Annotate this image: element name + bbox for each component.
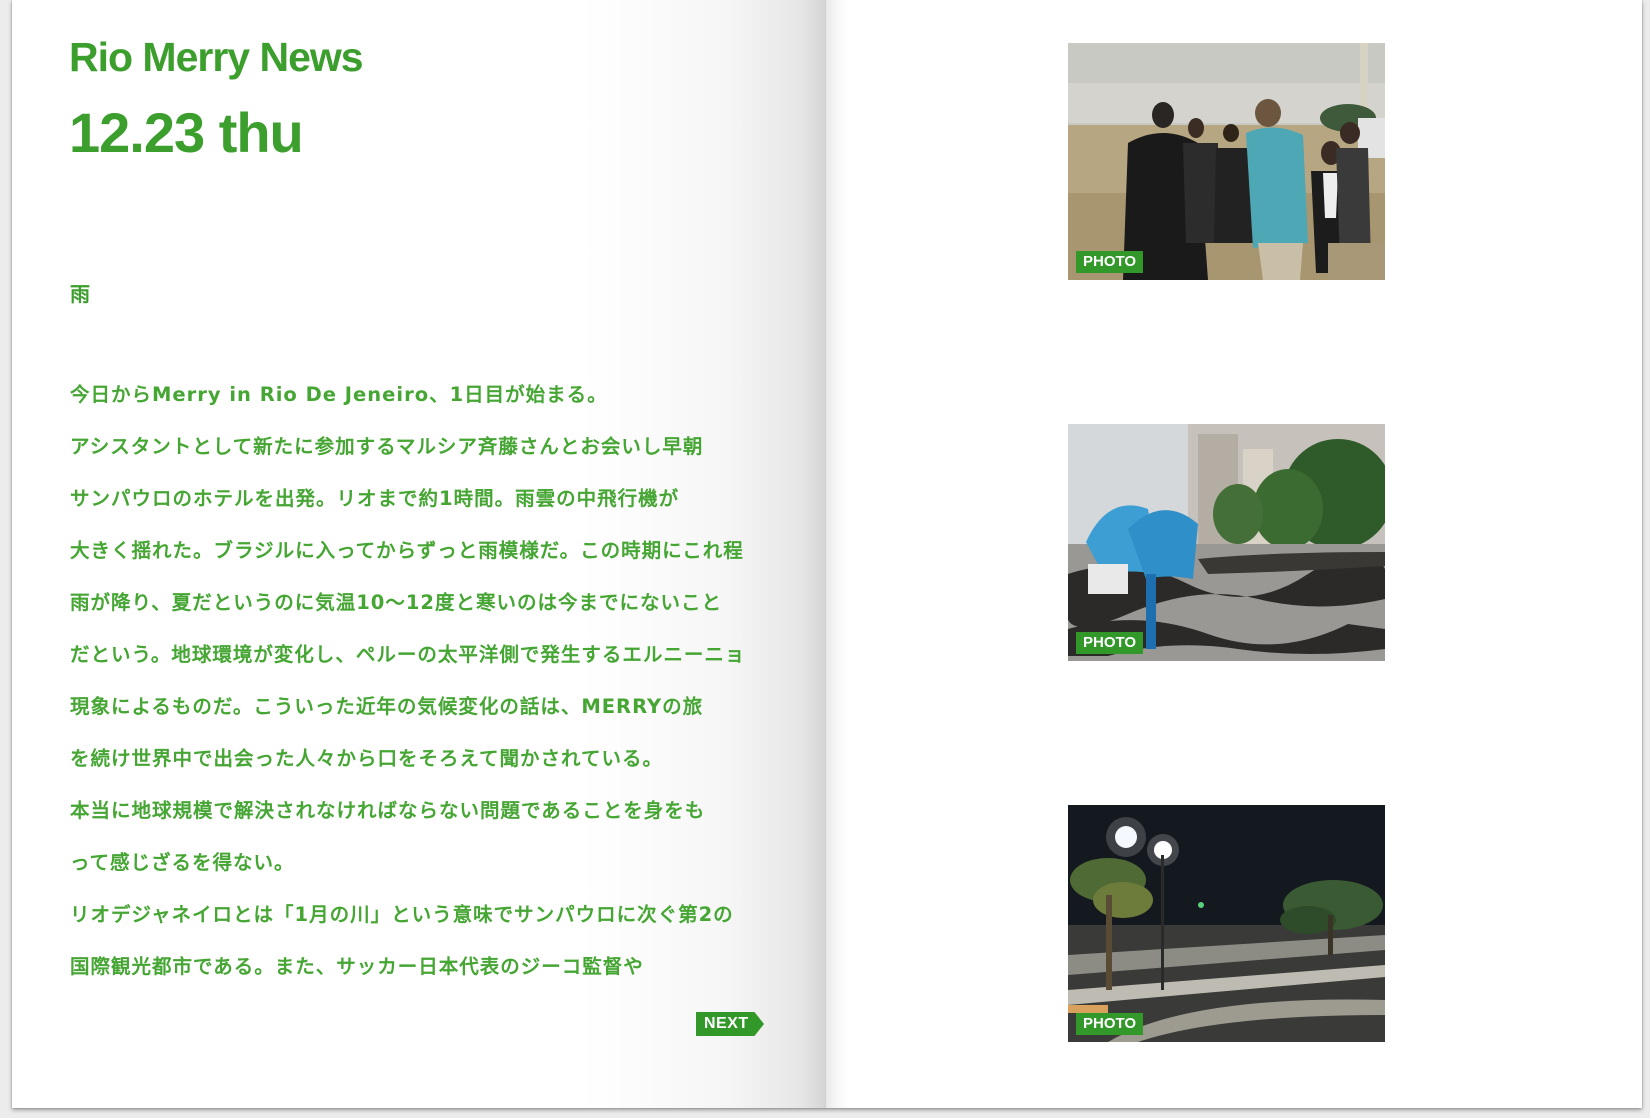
- article-line: を続け世界中で出会った人々から口をそろえて聞かされている。: [70, 747, 663, 770]
- article-line: アシスタントとして新たに参加するマルシア斉藤さんとお会いし早朝: [70, 435, 704, 458]
- photo-label: PHOTO: [1076, 251, 1144, 273]
- page-title: Rio Merry News: [69, 34, 364, 80]
- photo-thumbnail-beach[interactable]: PHOTO: [1068, 43, 1385, 280]
- article-line: 現象によるものだ。こういった近年の気候変化の話は、MERRYの旅: [70, 695, 704, 718]
- photo-label: PHOTO: [1076, 1013, 1144, 1035]
- article-line: サンパウロのホテルを出発。リオまで約1時間。雨雲の中飛行機が: [70, 487, 680, 510]
- weather-text: 雨: [70, 282, 90, 306]
- night-street-image: [1068, 805, 1385, 1042]
- photo-thumbnail-promenade[interactable]: PHOTO: [1068, 424, 1385, 661]
- beach-people-image: [1068, 43, 1385, 280]
- entry-date: 12.23 thu: [69, 101, 304, 164]
- article-line: 国際観光都市である。また、サッカー日本代表のジーコ監督や: [70, 955, 644, 978]
- article-line: 本当に地球規模で解決されなければならない問題であることを身をも: [70, 799, 706, 822]
- promenade-phone-image: [1068, 424, 1385, 661]
- left-page: Rio Merry News 12.23 thu 雨 今日からMerry in …: [12, 0, 826, 1108]
- article-body: 今日からMerry in Rio De Jeneiro、1日目が始まる。 アシス…: [70, 378, 790, 1002]
- article-line: 大きく揺れた。ブラジルに入ってからずっと雨模様だ。この時期にこれ程: [70, 539, 744, 562]
- article-line: だという。地球環境が変化し、ペルーの太平洋側で発生するエルニーニョ: [70, 643, 746, 666]
- photo-thumbnail-night[interactable]: PHOTO: [1068, 805, 1385, 1042]
- article-line: 雨が降り、夏だというのに気温10〜12度と寒いのは今までにないこと: [70, 591, 722, 614]
- photo-label: PHOTO: [1076, 632, 1144, 654]
- book-spread: Rio Merry News 12.23 thu 雨 今日からMerry in …: [12, 0, 1642, 1108]
- article-line: って感じざるを得ない。: [70, 851, 295, 874]
- next-button[interactable]: NEXT: [696, 1012, 764, 1036]
- article-line: 今日からMerry in Rio De Jeneiro、1日目が始まる。: [70, 383, 608, 406]
- article-line: リオデジャネイロとは「1月の川」という意味でサンパウロに次ぐ第2の: [70, 903, 734, 926]
